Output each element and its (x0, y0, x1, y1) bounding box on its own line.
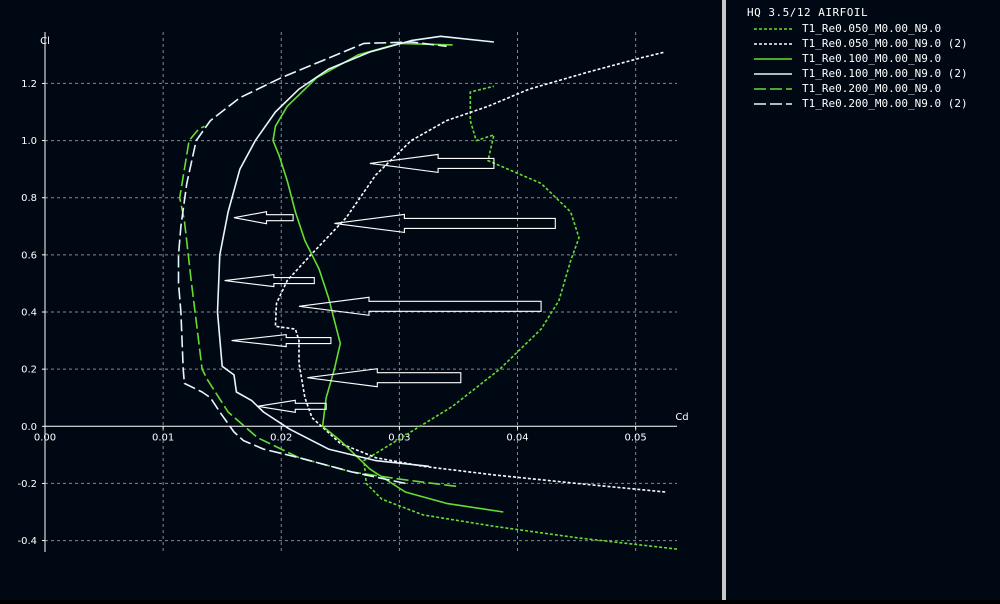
x-tick-label: 0.02 (270, 432, 292, 443)
legend-label: T1_Re0.100_M0.00_N9.0 (802, 52, 942, 65)
legend-label: T1_Re0.200_M0.00_N9.0 (802, 82, 942, 95)
annotation-arrow-4 (224, 273, 315, 288)
x-axis-label: Cd (675, 412, 688, 423)
series-line-1 (363, 85, 678, 550)
x-tick-label: 0.05 (625, 432, 647, 443)
legend-swatch (754, 58, 792, 60)
y-tick-label: -0.4 (17, 536, 37, 547)
legend-panel: HQ 3.5/12 AIRFOIL T1_Re0.050_M0.00_N9.0 T… (726, 0, 1000, 600)
y-tick-label: 1.0 (21, 136, 37, 147)
y-tick-label: 0.2 (21, 365, 37, 376)
y-tick-label: 0.6 (21, 250, 37, 261)
annotation-arrow-3 (233, 211, 294, 225)
x-tick-label: 0.04 (506, 432, 528, 443)
y-tick-label: -0.2 (17, 479, 37, 490)
y-tick-label: 0.8 (21, 193, 37, 204)
legend-swatch (754, 103, 792, 105)
legend-label: T1_Re0.050_M0.00_N9.0 (2) (802, 37, 968, 50)
legend-swatch (754, 43, 792, 45)
legend-swatch (754, 88, 792, 90)
legend-label: T1_Re0.100_M0.00_N9.0 (2) (802, 67, 968, 80)
y-tick-label: 0.4 (21, 308, 37, 319)
annotation-arrow-2 (334, 213, 556, 234)
y-tick-label: 1.2 (21, 79, 37, 90)
legend-swatch (754, 28, 792, 30)
y-tick-label: 0.0 (21, 422, 37, 433)
legend-swatch (754, 73, 792, 75)
series-line-4 (216, 35, 494, 468)
annotation-arrow-8 (257, 399, 327, 413)
polar-chart: 0.00 0.01 0.02 0.03 0.04 0.05-0.4-0.20.00.20.… (17, 32, 689, 552)
legend-title: HQ 3.5/12 AIRFOIL (747, 6, 869, 19)
plot-panel: 0.00 0.01 0.02 0.03 0.04 0.05 -0.4 -0.2 0.0 0.2 0.… (0, 0, 722, 600)
x-tick-label: 0.00 (34, 432, 56, 443)
legend-label: T1_Re0.050_M0.00_N9.0 (802, 22, 942, 35)
legend-label: T1_Re0.200_M0.00_N9.0 (2) (802, 97, 968, 110)
series-line-5 (178, 125, 457, 488)
x-tick-label: 0.01 (152, 432, 174, 443)
y-axis-label: Cl (40, 36, 50, 47)
annotation-arrow-5 (298, 296, 542, 316)
